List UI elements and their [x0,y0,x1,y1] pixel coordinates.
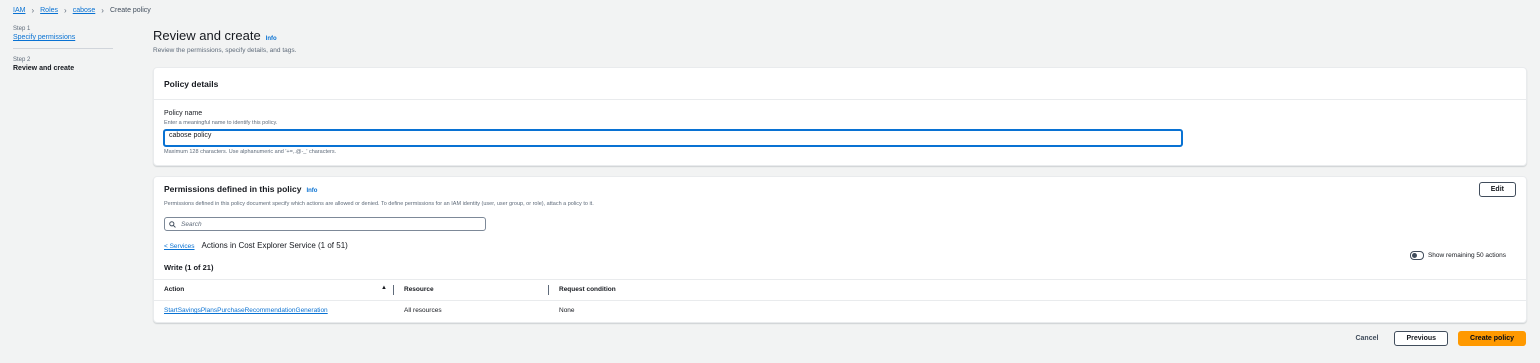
edit-button[interactable]: Edit [1478,182,1516,197]
sort-up-icon[interactable]: ▲ [381,285,387,291]
column-header-condition[interactable]: Request condition [559,286,616,293]
services-back-link[interactable]: < Services [164,243,195,250]
breadcrumb-current: Create policy [109,7,151,14]
previous-button[interactable]: Previous [1394,331,1449,346]
condition-cell: None [559,307,575,314]
info-link[interactable]: Info [266,36,277,42]
column-resizer[interactable] [548,285,549,295]
divider [154,99,1526,100]
access-level-heading: Write (1 of 21) [164,263,214,272]
policy-name-input[interactable]: cabose policy [163,129,1183,147]
info-link[interactable]: Info [306,188,317,194]
page-title: Review and create Info [153,28,277,43]
step-1-label: Step 1 [13,26,31,32]
step-divider [13,48,113,49]
footer-actions: Cancel Previous Create policy [1355,331,1526,346]
search-icon [169,220,176,228]
permissions-header: Permissions defined in this policy Info [164,184,317,194]
table-top-divider [154,279,1526,280]
step-1-link[interactable]: Specify permissions [13,34,113,41]
chevron-right-icon: › [64,6,67,15]
page-title-text: Review and create [153,28,261,43]
resource-cell: All resources [404,307,442,314]
permissions-heading: Permissions defined in this policy [164,184,302,194]
search-placeholder: Search [181,220,202,228]
actions-title: Actions in Cost Explorer Service (1 of 5… [201,241,348,250]
column-header-resource[interactable]: Resource [404,286,434,293]
breadcrumb-roles[interactable]: Roles [40,7,58,14]
column-header-action[interactable]: Action [164,286,184,293]
policy-details-card: Policy details Policy name Enter a meani… [153,67,1527,166]
action-link[interactable]: StartSavingsPlansPurchaseRecommendationG… [164,307,328,314]
breadcrumb-role[interactable]: cabose [73,7,96,14]
permissions-card: Permissions defined in this policy Info … [153,176,1527,323]
search-input[interactable]: Search [164,217,486,231]
toggle-switch-icon[interactable] [1409,251,1424,260]
create-policy-button[interactable]: Create policy [1458,331,1526,346]
wizard-steps: Step 1 Specify permissions Step 2 Review… [13,26,113,72]
page-description: Review the permissions, specify details,… [153,47,297,54]
step-2-label: Step 2 [13,57,31,63]
table-row: StartSavingsPlansPurchaseRecommendationG… [154,301,1526,321]
policy-name-constraint: Maximum 128 characters. Use alphanumeric… [164,149,337,155]
toggle-label: Show remaining 50 actions [1427,252,1506,259]
chevron-right-icon: › [101,6,104,15]
cancel-button[interactable]: Cancel [1355,335,1378,342]
permissions-description: Permissions defined in this policy docum… [164,201,594,207]
column-resizer[interactable] [393,285,394,295]
policy-name-label: Policy name [164,110,203,117]
services-row: < Services Actions in Cost Explorer Serv… [164,241,348,250]
breadcrumb-iam[interactable]: IAM [13,7,25,14]
chevron-right-icon: › [31,6,35,15]
breadcrumb: IAM › Roles › cabose › Create policy [13,6,151,15]
show-remaining-toggle[interactable]: Show remaining 50 actions [1409,251,1506,260]
step-2-current: Review and create [13,65,75,72]
policy-name-description: Enter a meaningful name to identify this… [164,120,278,126]
policy-details-heading: Policy details [164,79,219,89]
